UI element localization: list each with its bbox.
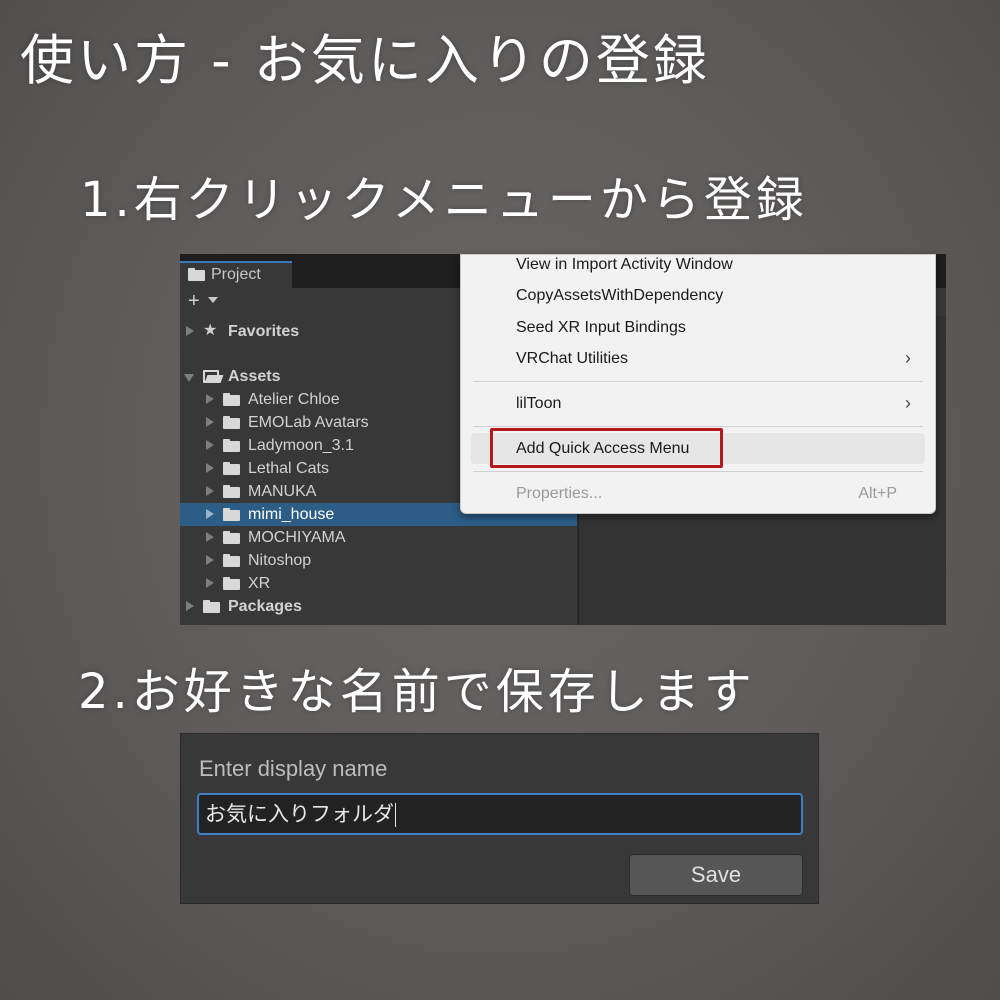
folder-icon: [223, 554, 240, 567]
menu-item-label: lilToon: [516, 395, 562, 412]
expand-arrow-icon[interactable]: [186, 326, 194, 336]
menu-item-label: Properties...: [516, 485, 603, 502]
expand-arrow-icon[interactable]: [206, 463, 214, 473]
tab-project[interactable]: Project: [180, 261, 292, 288]
expand-arrow-icon[interactable]: [206, 486, 214, 496]
display-name-label: Enter display name: [199, 756, 388, 781]
folder-icon: [223, 416, 240, 429]
expand-arrow-icon[interactable]: [206, 532, 214, 542]
name-dialog-screenshot: Enter display name お気に入りフォルダ Save: [180, 733, 819, 904]
folder-icon: [188, 268, 205, 282]
context-menu: View in Import Activity Window CopyAsset…: [460, 254, 936, 514]
save-button[interactable]: Save: [629, 854, 803, 896]
menu-item-label: VRChat Utilities: [516, 350, 629, 367]
menu-item-properties[interactable]: Properties... Alt+P: [471, 478, 925, 509]
menu-separator: [473, 471, 923, 472]
page-title: 使い方 - お気に入りの登録: [20, 29, 710, 92]
expand-arrow-icon[interactable]: [206, 440, 214, 450]
folder-icon: [223, 508, 240, 521]
folder-icon: [223, 439, 240, 452]
collapse-arrow-icon[interactable]: [184, 374, 194, 382]
menu-separator: [473, 426, 923, 427]
menu-item-label: CopyAssetsWithDependency: [516, 287, 724, 304]
tree-item-label: mimi_house: [248, 506, 335, 523]
tree-item-label: Nitoshop: [248, 552, 312, 569]
folder-icon: [223, 531, 240, 544]
folder-icon: [203, 600, 220, 613]
menu-separator: [473, 381, 923, 382]
text-caret: [395, 803, 396, 827]
highlight-box: [490, 428, 723, 468]
tree-item-label: XR: [248, 575, 271, 592]
expand-arrow-icon[interactable]: [206, 417, 214, 427]
tree-item-label: Lethal Cats: [248, 460, 329, 477]
expand-arrow-icon[interactable]: [206, 509, 214, 519]
folder-icon: [223, 462, 240, 475]
chevron-right-icon: ›: [905, 393, 911, 413]
tree-item-label: MOCHIYAMA: [248, 529, 346, 546]
step-1-heading: 1.右クリックメニューから登録: [80, 172, 808, 228]
tree-item-folder[interactable]: Nitoshop: [180, 549, 577, 572]
tree-item-label: Atelier Chloe: [248, 391, 340, 408]
display-name-value: お気に入りフォルダ: [205, 802, 394, 826]
folder-icon: [223, 485, 240, 498]
tree-item-label: Ladymoon_3.1: [248, 437, 354, 454]
menu-item-view-import-activity[interactable]: View in Import Activity Window: [471, 255, 925, 280]
menu-item-seed-xr-bindings[interactable]: Seed XR Input Bindings: [471, 312, 925, 343]
create-plus-button[interactable]: +: [188, 290, 200, 312]
expand-arrow-icon[interactable]: [206, 578, 214, 588]
menu-item-liltoon[interactable]: lilToon ›: [471, 388, 925, 419]
chevron-down-icon[interactable]: [208, 297, 218, 303]
tab-project-label: Project: [211, 266, 261, 283]
tree-item-folder[interactable]: MOCHIYAMA: [180, 526, 577, 549]
expand-arrow-icon[interactable]: [206, 394, 214, 404]
chevron-right-icon: ›: [905, 348, 911, 368]
display-name-input[interactable]: お気に入りフォルダ: [197, 793, 803, 835]
menu-item-label: View in Import Activity Window: [516, 256, 733, 273]
folder-icon: [223, 393, 240, 406]
menu-item-copy-assets[interactable]: CopyAssetsWithDependency: [471, 280, 925, 311]
step-2-heading: 2.お好きな名前で保存します: [78, 664, 756, 720]
menu-item-label: Seed XR Input Bindings: [516, 319, 686, 336]
folder-icon: [223, 577, 240, 590]
tree-item-label: Packages: [228, 598, 302, 615]
menu-item-vrchat-utilities[interactable]: VRChat Utilities ›: [471, 343, 925, 374]
expand-arrow-icon[interactable]: [186, 601, 194, 611]
expand-arrow-icon[interactable]: [206, 555, 214, 565]
star-icon: ★: [203, 322, 218, 339]
tree-item-label: MANUKA: [248, 483, 317, 500]
menu-item-shortcut: Alt+P: [858, 485, 897, 502]
tree-item-label: Assets: [228, 368, 281, 385]
tree-item-label: EMOLab Avatars: [248, 414, 369, 431]
folder-open-icon: [203, 370, 224, 383]
tree-item-folder[interactable]: XR: [180, 572, 577, 595]
tree-item-packages[interactable]: Packages: [180, 595, 577, 618]
tree-item-label: Favorites: [228, 323, 300, 340]
